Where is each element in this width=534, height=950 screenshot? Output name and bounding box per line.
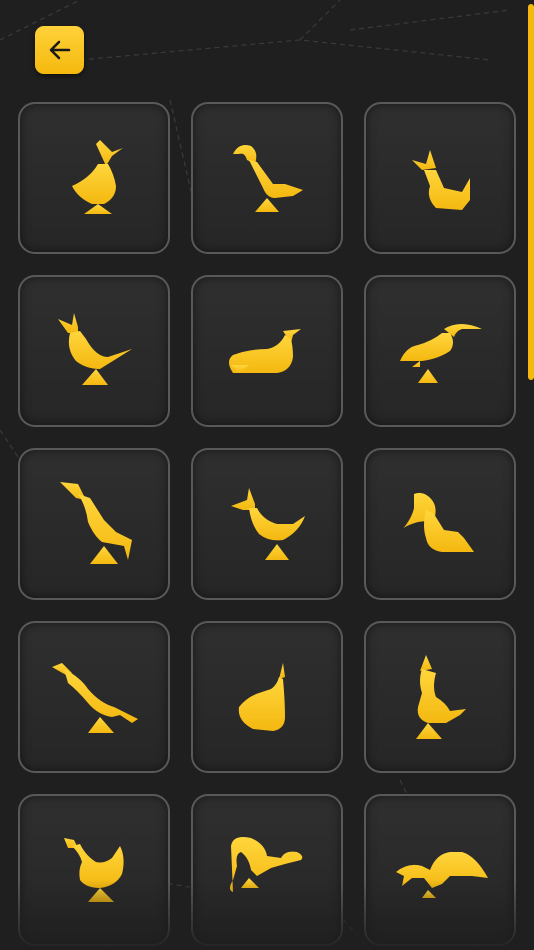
bird-4 [58, 313, 132, 385]
level-tile[interactable] [364, 794, 516, 946]
bird-7 [60, 482, 132, 564]
level-tile[interactable] [18, 102, 170, 254]
bird-9 [402, 492, 474, 552]
arrow-left-icon [49, 40, 70, 60]
bird-12 [416, 655, 466, 739]
bird-11 [238, 663, 285, 731]
bird-15 [396, 852, 488, 898]
level-tile[interactable] [364, 275, 516, 427]
level-tile[interactable] [364, 448, 516, 600]
level-tile[interactable] [191, 448, 343, 600]
bird-10 [52, 663, 138, 733]
back-button[interactable] [35, 26, 84, 74]
bird-14 [230, 837, 303, 892]
bird-6 [400, 324, 482, 383]
level-tile[interactable] [18, 448, 170, 600]
level-tile[interactable] [364, 102, 516, 254]
scrollbar[interactable] [528, 4, 534, 380]
level-grid [18, 102, 516, 946]
level-tile[interactable] [18, 621, 170, 773]
level-tile[interactable] [364, 621, 516, 773]
level-tile[interactable] [18, 275, 170, 427]
level-tile[interactable] [191, 102, 343, 254]
bird-1 [72, 140, 123, 214]
bird-5 [229, 329, 301, 373]
bird-13 [64, 838, 124, 902]
bird-8 [231, 488, 305, 560]
level-tile[interactable] [18, 794, 170, 946]
level-tile[interactable] [191, 794, 343, 946]
bird-2 [233, 145, 303, 212]
level-tile[interactable] [191, 275, 343, 427]
bird-3 [412, 150, 470, 210]
level-tile[interactable] [191, 621, 343, 773]
